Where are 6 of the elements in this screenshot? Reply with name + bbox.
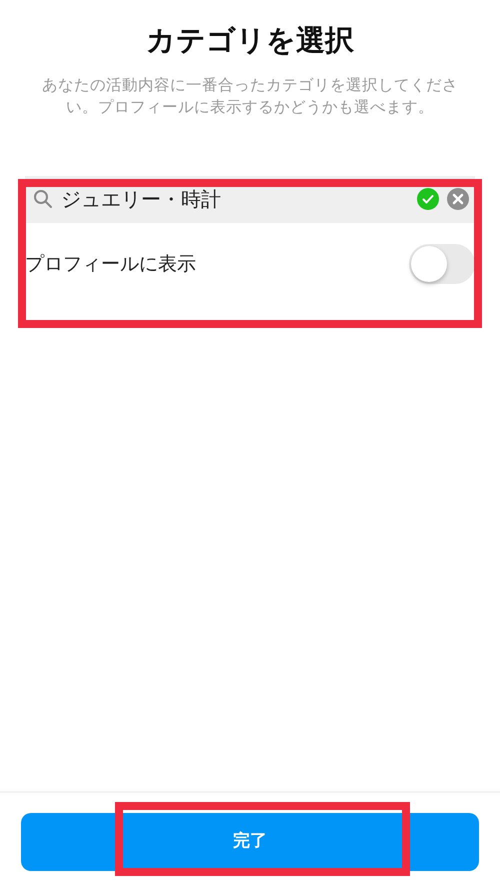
page-title: カテゴリを選択 <box>145 22 355 59</box>
search-icon <box>33 189 53 210</box>
toggle-label: プロフィールに表示 <box>25 252 196 277</box>
toggle-switch[interactable] <box>409 244 475 284</box>
description-text: あなたの活動内容に一番合ったカテゴリを選択してください。プロフィールに表示するかどうかも選べます。 <box>41 74 459 118</box>
clear-icon[interactable] <box>447 188 469 210</box>
